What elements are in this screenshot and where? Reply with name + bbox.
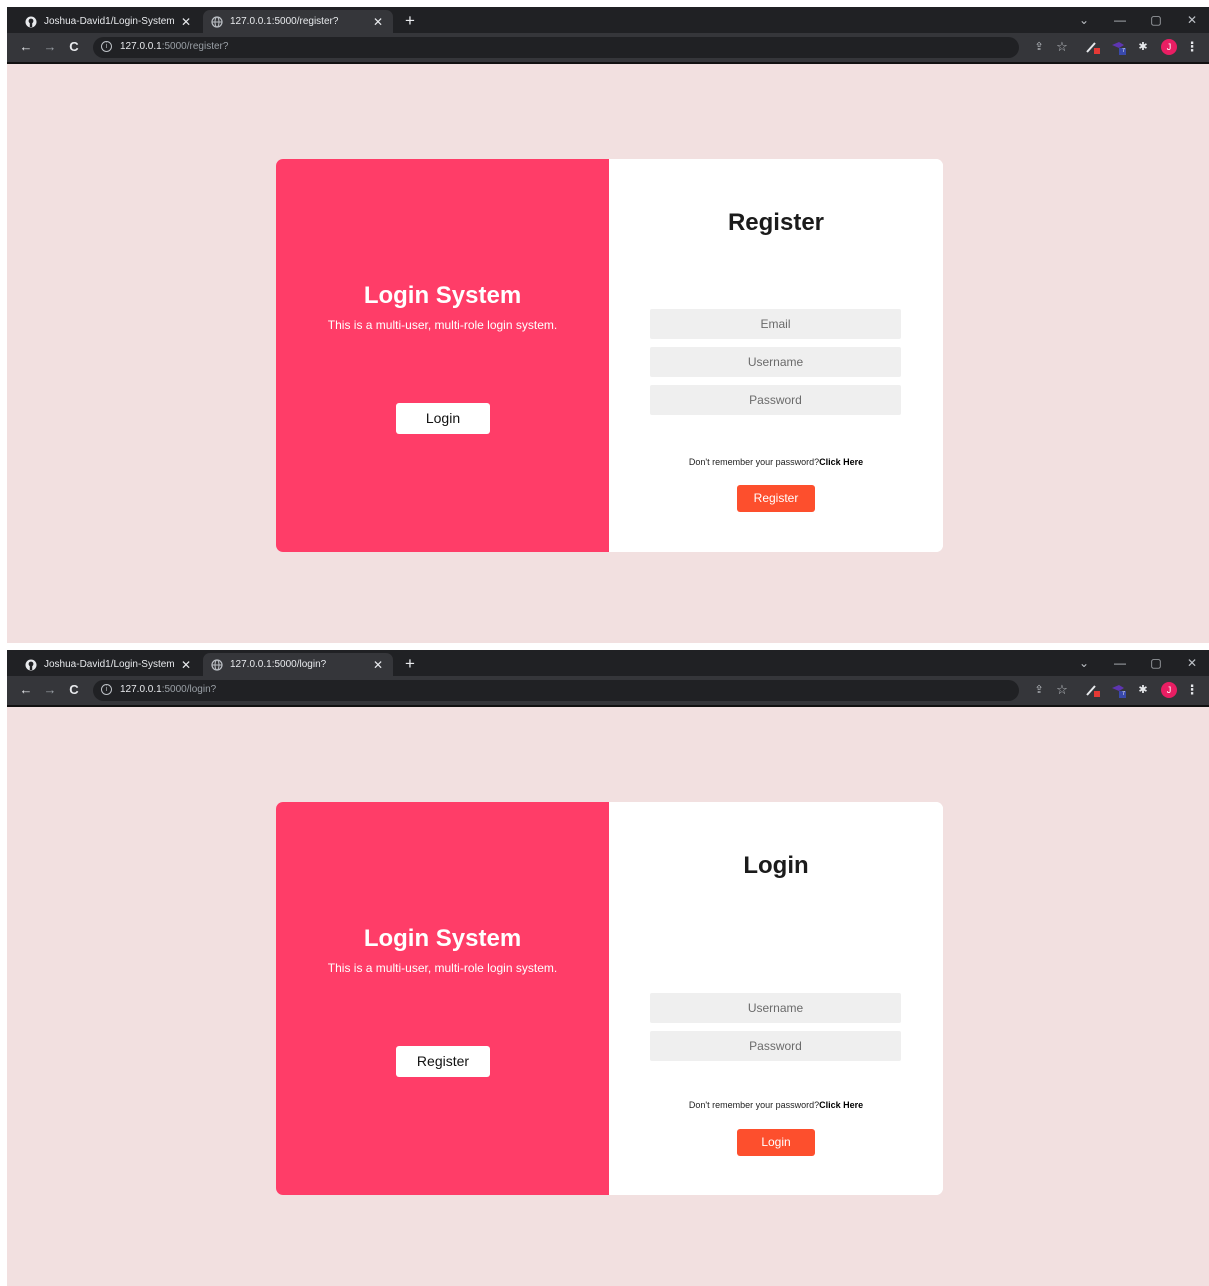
login-submit-button[interactable]: Login (737, 1129, 815, 1156)
bookmark-star-icon[interactable]: ☆ (1054, 682, 1070, 698)
brand-title: Login System (363, 282, 522, 309)
address-url: 127.0.0.1:5000/login? (120, 684, 217, 695)
brand-subtitle: This is a multi-user, multi-role login s… (327, 961, 558, 975)
forward-arrow-icon[interactable]: → (41, 681, 59, 699)
register-screenshot: Joshua-David1/Login-System ✕ 127.0.0.1:5… (7, 7, 1209, 643)
tab-github-repo[interactable]: Joshua-David1/Login-System ✕ (17, 653, 201, 676)
extension-shield-icon[interactable]: 7 (1110, 39, 1126, 55)
address-url: 127.0.0.1:5000/register? (120, 41, 229, 52)
tab-github-repo[interactable]: Joshua-David1/Login-System ✕ (17, 10, 201, 33)
tab-close-icon[interactable]: ✕ (371, 658, 385, 672)
forgot-password-text: Don't remember your password?Click Here (688, 457, 864, 467)
brand-subtitle: This is a multi-user, multi-role login s… (327, 318, 558, 332)
extension-badge: 7 (1122, 691, 1125, 697)
address-bar[interactable]: i 127.0.0.1:5000/register? (93, 37, 1019, 58)
form-title: Login (743, 852, 809, 879)
window-close-icon[interactable]: ✕ (1177, 653, 1207, 673)
bookmark-star-icon[interactable]: ☆ (1054, 39, 1070, 55)
window-maximize-icon[interactable]: ▢ (1141, 653, 1171, 673)
username-input[interactable]: Username (650, 347, 901, 377)
extension-badge: 7 (1122, 48, 1125, 54)
tab-active-page[interactable]: 127.0.0.1:5000/login? ✕ (203, 653, 393, 676)
go-to-register-button[interactable]: Register (396, 1046, 490, 1077)
password-input[interactable]: Password (650, 1031, 901, 1061)
tab-close-icon[interactable]: ✕ (179, 658, 193, 672)
login-screenshot: Joshua-David1/Login-System ✕ 127.0.0.1:5… (7, 650, 1209, 1286)
tab-title: Joshua-David1/Login-System (44, 16, 175, 27)
username-input[interactable]: Username (650, 993, 901, 1023)
tab-title: Joshua-David1/Login-System (44, 659, 175, 670)
window-minimize-icon[interactable]: — (1105, 653, 1135, 673)
site-info-icon[interactable]: i (101, 41, 112, 52)
extensions-puzzle-icon[interactable]: ✱ (1135, 39, 1151, 55)
brand-panel: Login System This is a multi-user, multi… (276, 802, 609, 1195)
tab-strip: Joshua-David1/Login-System ✕ 127.0.0.1:5… (7, 7, 1209, 33)
forward-arrow-icon[interactable]: → (41, 38, 59, 56)
browser-menu-icon[interactable]: ⋮ (1184, 682, 1200, 698)
profile-avatar[interactable]: J (1161, 682, 1177, 698)
reload-icon[interactable]: C (65, 38, 83, 56)
site-info-icon[interactable]: i (101, 684, 112, 695)
window-minimize-icon[interactable]: — (1105, 10, 1135, 30)
share-icon[interactable]: ⇪ (1031, 39, 1047, 55)
window-close-icon[interactable]: ✕ (1177, 10, 1207, 30)
email-input[interactable]: Email (650, 309, 901, 339)
extension-shield-icon[interactable]: 7 (1110, 682, 1126, 698)
auth-card: Login System This is a multi-user, multi… (276, 159, 943, 552)
share-icon[interactable]: ⇪ (1031, 682, 1047, 698)
tab-title: 127.0.0.1:5000/register? (230, 16, 339, 27)
forgot-password-link[interactable]: Click Here (819, 1100, 863, 1110)
browser-menu-icon[interactable]: ⋮ (1184, 39, 1200, 55)
form-title: Register (727, 209, 825, 236)
browser-toolbar: ← → C i 127.0.0.1:5000/login? ⇪ ☆ 7 ✱ J … (7, 676, 1209, 707)
tab-strip: Joshua-David1/Login-System ✕ 127.0.0.1:5… (7, 650, 1209, 676)
browser-toolbar: ← → C i 127.0.0.1:5000/register? ⇪ ☆ 7 ✱… (7, 33, 1209, 64)
extension-pen-icon[interactable] (1085, 682, 1101, 698)
auth-card: Login System This is a multi-user, multi… (276, 802, 943, 1195)
globe-icon (211, 658, 223, 671)
tab-active-page[interactable]: 127.0.0.1:5000/register? ✕ (203, 10, 393, 33)
register-form: Register Email Username Password Don't r… (609, 159, 943, 552)
tab-close-icon[interactable]: ✕ (179, 15, 193, 29)
reload-icon[interactable]: C (65, 681, 83, 699)
tab-title: 127.0.0.1:5000/login? (230, 659, 327, 670)
back-arrow-icon[interactable]: ← (17, 681, 35, 699)
address-bar[interactable]: i 127.0.0.1:5000/login? (93, 680, 1019, 701)
tab-search-chevron-icon[interactable]: ⌄ (1069, 653, 1099, 673)
extension-pen-icon[interactable] (1085, 39, 1101, 55)
register-submit-button[interactable]: Register (737, 485, 815, 512)
brand-panel: Login System This is a multi-user, multi… (276, 159, 609, 552)
window-maximize-icon[interactable]: ▢ (1141, 10, 1171, 30)
back-arrow-icon[interactable]: ← (17, 38, 35, 56)
github-icon (25, 16, 37, 28)
tab-search-chevron-icon[interactable]: ⌄ (1069, 10, 1099, 30)
new-tab-plus-icon[interactable]: + (399, 11, 421, 31)
login-form: Login Username Password Don't remember y… (609, 802, 943, 1195)
forgot-password-link[interactable]: Click Here (819, 457, 863, 467)
forgot-password-text: Don't remember your password?Click Here (688, 1100, 864, 1110)
new-tab-plus-icon[interactable]: + (399, 654, 421, 674)
profile-avatar[interactable]: J (1161, 39, 1177, 55)
brand-title: Login System (363, 925, 522, 952)
github-icon (25, 659, 37, 671)
tab-close-icon[interactable]: ✕ (371, 15, 385, 29)
globe-icon (211, 15, 223, 28)
go-to-login-button[interactable]: Login (396, 403, 490, 434)
extensions-puzzle-icon[interactable]: ✱ (1135, 682, 1151, 698)
password-input[interactable]: Password (650, 385, 901, 415)
